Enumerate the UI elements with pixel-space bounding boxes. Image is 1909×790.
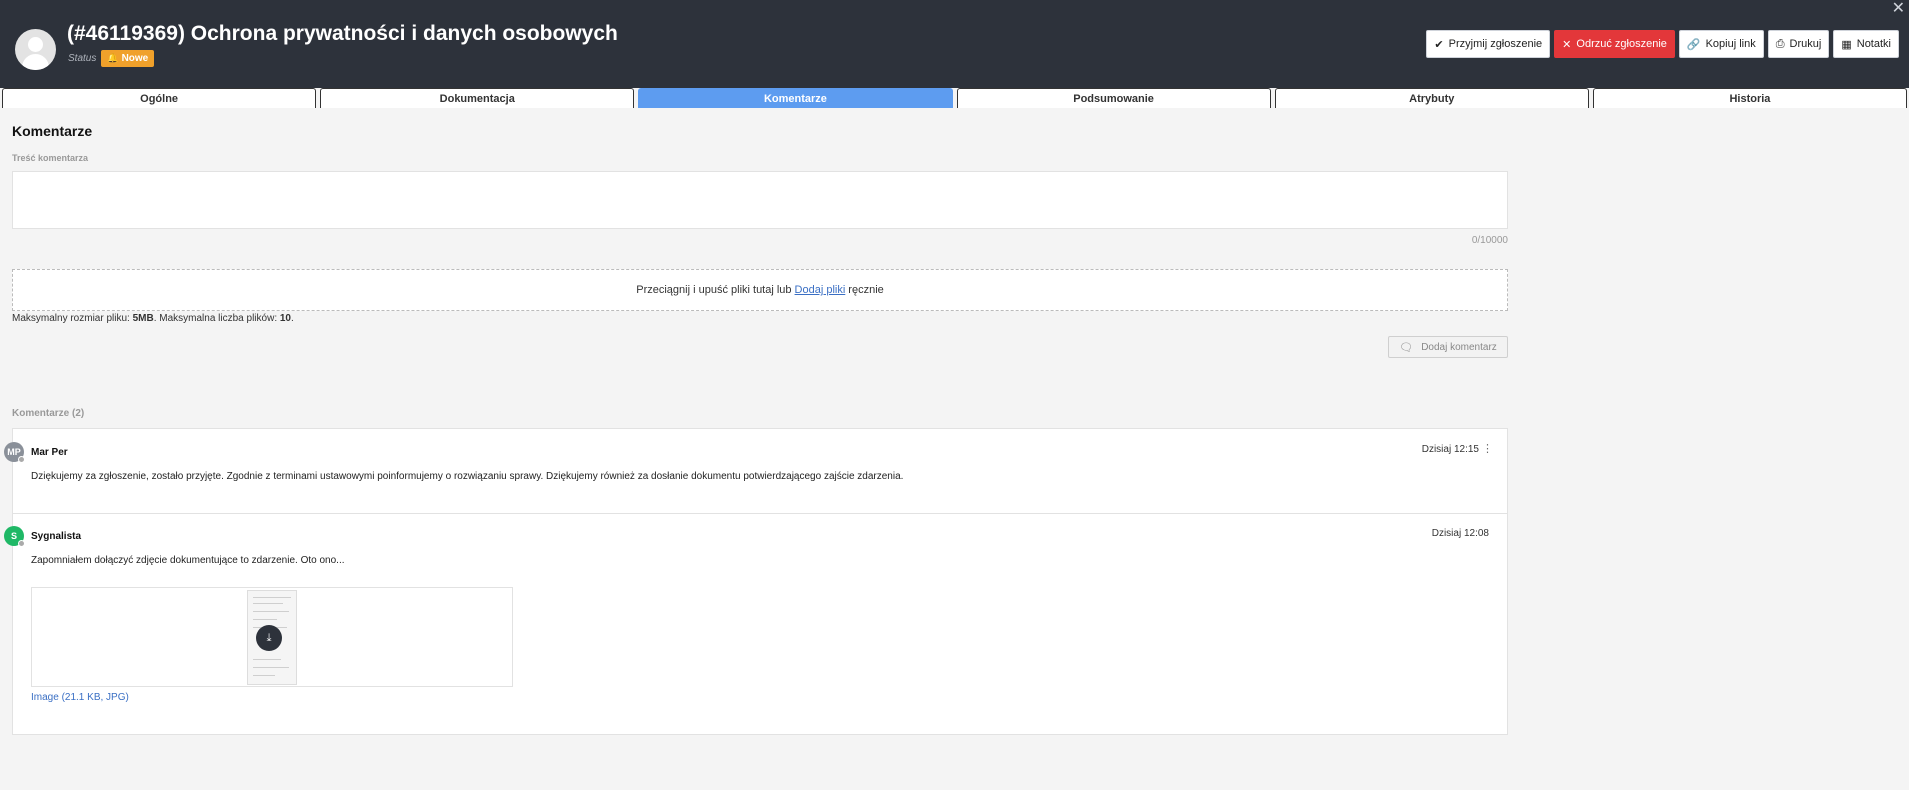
comment-time: Dzisiaj 12:15: [1421, 444, 1479, 455]
more-options-icon[interactable]: ⋮: [1482, 442, 1493, 455]
download-icon[interactable]: ⤓: [256, 625, 282, 651]
copy-link-label: Kopiuj link: [1705, 38, 1756, 50]
x-icon: ✕: [1562, 38, 1572, 51]
size-limit-value: 5MB: [132, 313, 154, 324]
page-title: (#46119369) Ochrona prywatności i danych…: [67, 22, 618, 45]
tab-general[interactable]: Ogólne: [2, 88, 317, 108]
print-label: Drukuj: [1789, 38, 1822, 50]
calendar-icon: ▦: [1841, 38, 1852, 51]
dropzone-text-after: ręcznie: [848, 284, 884, 296]
count-limit-value: 10: [279, 313, 291, 324]
comment-author: Sygnalista: [31, 531, 82, 542]
user-avatar-icon: [15, 29, 56, 70]
reject-report-button[interactable]: ✕ Odrzuć zgłoszenie: [1554, 30, 1675, 58]
add-files-link[interactable]: Dodaj pliki: [795, 284, 846, 296]
check-icon: ✔: [1434, 38, 1444, 51]
accept-report-button[interactable]: ✔ Przyjmij zgłoszenie: [1426, 30, 1551, 58]
copy-link-button[interactable]: 🔗 Kopiuj link: [1678, 30, 1764, 58]
comment-text: Dziękujemy za zgłoszenie, zostało przyję…: [31, 471, 904, 482]
avatar: MP: [4, 442, 25, 463]
printer-icon: ⎙: [1775, 37, 1785, 50]
presence-dot-icon: [18, 540, 25, 547]
comment-icon: 🗨: [1399, 341, 1414, 354]
comment-text: Zapomniałem dołączyć zdjęcie dokumentują…: [31, 555, 345, 566]
comment-item: MP Mar Per Dzisiaj 12:15 ⋮ Dziękujemy za…: [4, 429, 1507, 514]
comment-item: S Sygnalista Dzisiaj 12:08 Zapomniałem d…: [4, 514, 1507, 734]
comment-author: Mar Per: [31, 447, 68, 458]
dropzone-text-before: Przeciągnij i upuść pliki tutaj lub: [636, 284, 792, 296]
character-counter: 0/10000: [1471, 235, 1508, 246]
section-title: Komentarze: [12, 123, 93, 139]
size-limit-label: Maksymalny rozmiar pliku:: [12, 313, 130, 324]
tab-bar: Ogólne Dokumentacja Komentarze Podsumowa…: [0, 88, 1909, 108]
add-comment-button[interactable]: 🗨 Dodaj komentarz: [1388, 336, 1508, 358]
page-header: (#46119369) Ochrona prywatności i danych…: [0, 0, 1909, 88]
tab-attributes[interactable]: Atrybuty: [1274, 88, 1589, 108]
status-badge-label: Nowe: [121, 53, 149, 64]
attachment-link[interactable]: Image (21.1 KB, JPG): [31, 692, 129, 703]
status-badge: 🔔 Nowe: [101, 50, 155, 67]
avatar-initials: S: [10, 531, 17, 541]
file-limits-info: Maksymalny rozmiar pliku: 5MB. Maksymaln…: [12, 313, 294, 324]
print-button[interactable]: ⎙ Drukuj: [1767, 30, 1830, 58]
status-row: Status 🔔 Nowe: [68, 50, 155, 67]
tab-history[interactable]: Historia: [1592, 88, 1908, 108]
link-icon: 🔗: [1686, 38, 1701, 51]
avatar: S: [4, 526, 25, 547]
file-dropzone[interactable]: Przeciągnij i upuść pliki tutaj lub Doda…: [12, 269, 1508, 311]
tab-summary[interactable]: Podsumowanie: [956, 88, 1271, 108]
close-icon[interactable]: ✕: [1892, 0, 1905, 18]
accept-report-label: Przyjmij zgłoszenie: [1448, 38, 1543, 50]
comment-field-label: Treść komentarza: [12, 153, 89, 163]
attachment-preview[interactable]: ⤓: [31, 587, 513, 687]
limits-end: .: [291, 313, 294, 324]
notes-label: Notatki: [1856, 38, 1891, 50]
comments-count: Komentarze (2): [12, 408, 85, 419]
action-toolbar: ✔ Przyjmij zgłoszenie ✕ Odrzuć zgłoszeni…: [1422, 30, 1899, 58]
bell-icon: 🔔: [107, 53, 119, 63]
status-label: Status: [68, 53, 97, 64]
presence-dot-icon: [18, 456, 25, 463]
count-limit-label: . Maksymalna liczba plików:: [153, 313, 278, 324]
comment-time: Dzisiaj 12:08: [1431, 528, 1489, 539]
reject-report-label: Odrzuć zgłoszenie: [1576, 38, 1667, 50]
add-comment-label: Dodaj komentarz: [1421, 341, 1497, 353]
notes-button[interactable]: ▦ Notatki: [1833, 30, 1899, 58]
comments-list: MP Mar Per Dzisiaj 12:15 ⋮ Dziękujemy za…: [4, 428, 1508, 735]
comment-textarea[interactable]: [12, 171, 1508, 229]
tab-documentation[interactable]: Dokumentacja: [320, 88, 635, 108]
tab-comments[interactable]: Komentarze: [638, 88, 953, 108]
